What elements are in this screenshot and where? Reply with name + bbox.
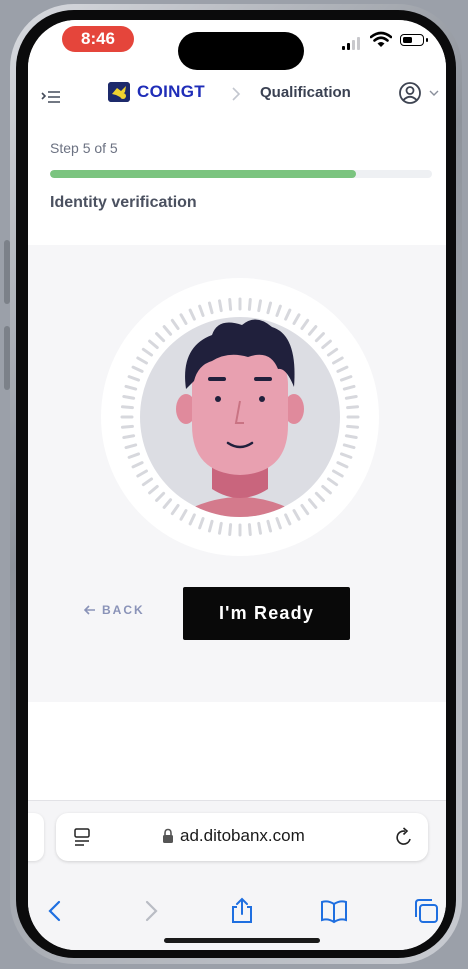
progress-bar	[50, 170, 432, 178]
forward-arrow-icon[interactable]	[136, 897, 164, 925]
battery-icon	[400, 34, 428, 46]
breadcrumb-chevron-icon	[232, 87, 241, 101]
cellular-signal-icon	[342, 36, 360, 50]
brand-logo-icon[interactable]	[108, 82, 130, 102]
status-time: 8:46	[62, 26, 134, 52]
wifi-icon	[370, 31, 392, 47]
user-account-icon[interactable]	[398, 81, 422, 105]
volume-down-button	[4, 326, 10, 390]
im-ready-button[interactable]: I'm Ready	[183, 587, 350, 640]
phone-screen: 8:46 COINGT Qualification Step 5 of 5 Id…	[28, 20, 446, 950]
lock-icon	[163, 828, 173, 843]
brand-name[interactable]: COINGT	[137, 82, 205, 102]
previous-tab-edge[interactable]	[28, 813, 44, 861]
app-header: COINGT Qualification	[28, 76, 446, 121]
dynamic-island	[178, 32, 304, 70]
status-bar: 8:46	[28, 20, 446, 76]
back-button[interactable]: BACK	[84, 603, 145, 617]
url-text[interactable]: ad.ditobanx.com	[180, 826, 305, 846]
section-title: Identity verification	[50, 194, 197, 211]
step-section: Step 5 of 5 Identity verification	[28, 120, 446, 245]
page-format-icon[interactable]	[72, 826, 92, 848]
arrow-left-icon	[84, 605, 95, 615]
menu-toggle-icon[interactable]	[40, 86, 62, 108]
progress-bar-fill	[50, 170, 356, 178]
page-title: Qualification	[260, 84, 351, 101]
face-scan-illustration	[101, 278, 379, 556]
chevron-down-icon[interactable]	[428, 88, 440, 98]
step-counter: Step 5 of 5	[50, 140, 118, 156]
tabs-icon[interactable]	[412, 897, 440, 925]
back-label: BACK	[102, 603, 145, 617]
browser-toolbar: ad.ditobanx.com	[28, 800, 446, 950]
volume-up-button	[4, 240, 10, 304]
bookmarks-icon[interactable]	[320, 897, 348, 925]
back-arrow-icon[interactable]	[42, 897, 70, 925]
address-bar[interactable]: ad.ditobanx.com	[56, 813, 428, 861]
home-indicator	[164, 938, 320, 943]
share-icon[interactable]	[228, 897, 256, 925]
verification-panel: BACK I'm Ready	[28, 245, 446, 702]
reload-icon[interactable]	[394, 826, 414, 848]
